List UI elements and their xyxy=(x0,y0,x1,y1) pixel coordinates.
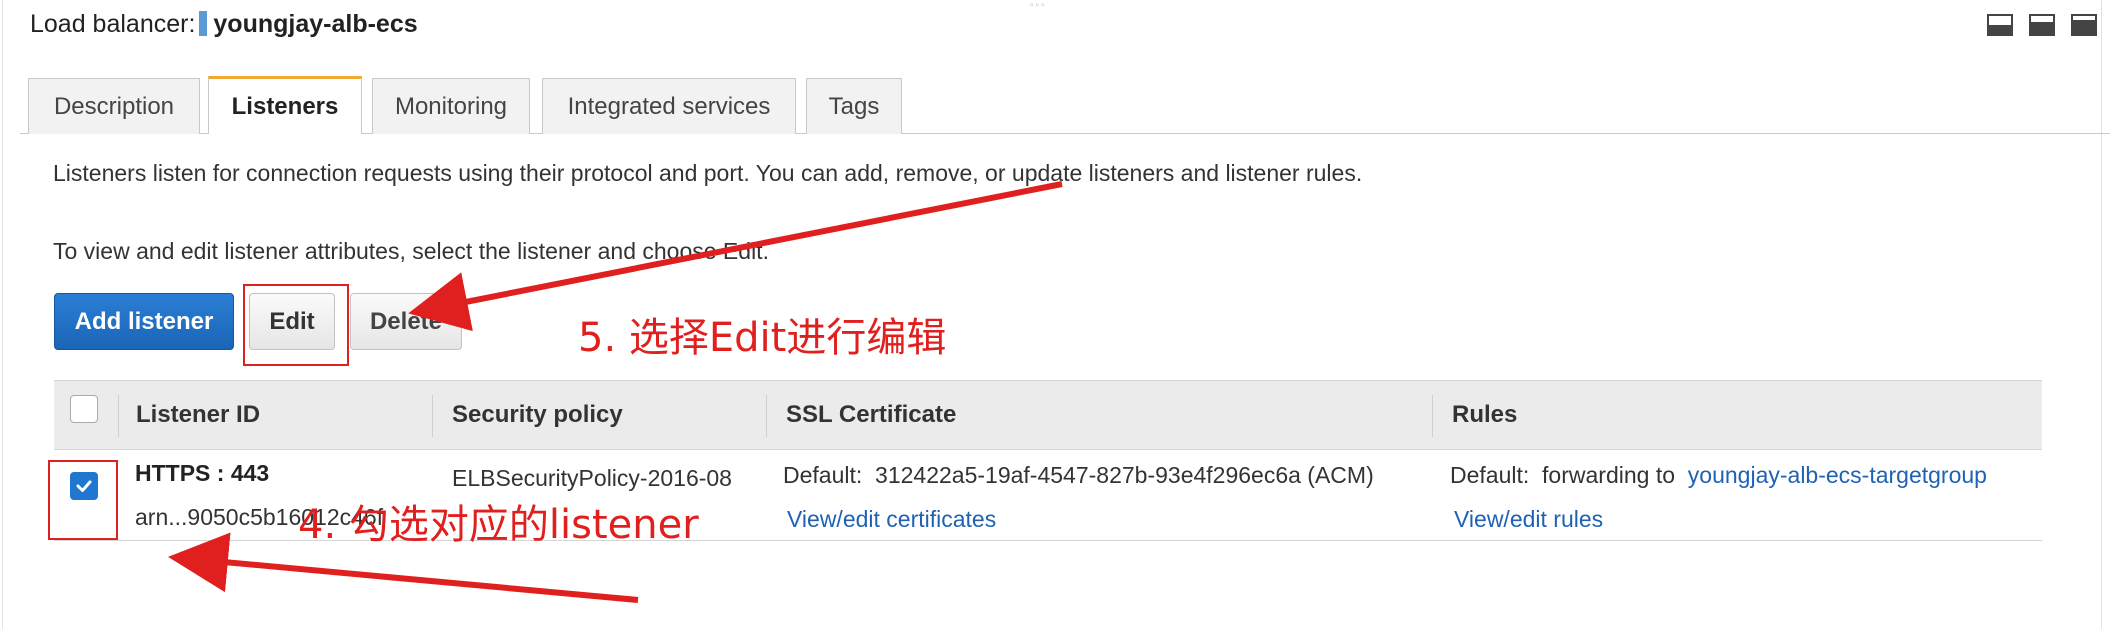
annotation-arrows xyxy=(168,181,1063,603)
arrow-to-checkbox xyxy=(168,532,639,603)
arrow-to-edit xyxy=(408,181,1063,332)
